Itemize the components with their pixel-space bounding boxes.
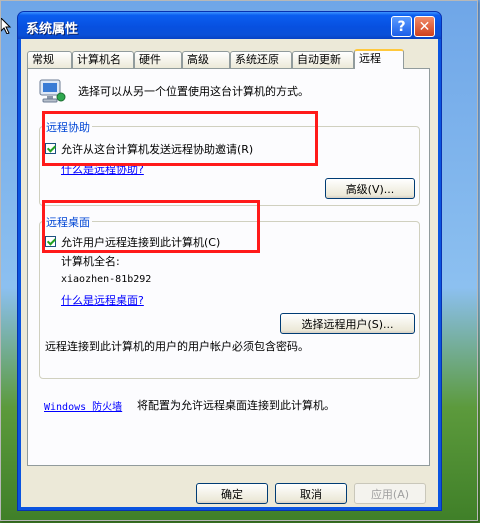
select-remote-users-button[interactable]: 选择远程用户(S)... [280, 313, 415, 334]
help-button[interactable]: ? [391, 16, 412, 37]
mouse-cursor-icon [1, 18, 12, 34]
cancel-button[interactable]: 取消 [275, 483, 347, 504]
computer-name-label: 计算机全名: [61, 255, 120, 268]
what-is-remote-desktop-link[interactable]: 什么是远程桌面? [61, 292, 144, 308]
advanced-button[interactable]: 高级(V)... [325, 178, 415, 199]
tab-system-restore[interactable]: 系统还原 [230, 51, 292, 68]
ok-button[interactable]: 确定 [196, 483, 268, 504]
tab-description: 选择可以从另一个位置使用这台计算机的方式。 [78, 85, 309, 98]
password-note: 远程连接到此计算机的用户的用户帐户必须包含密码。 [45, 340, 309, 353]
system-properties-window: 系统属性 ? ✕ 常规 计算机名 硬件 高级 系统还原 自动更新 远程 选择可以… [17, 11, 442, 511]
close-button[interactable]: ✕ [414, 16, 435, 37]
dialog-body: 常规 计算机名 硬件 高级 系统还原 自动更新 远程 选择可以从另一个位置使用这… [21, 39, 438, 507]
tab-hardware[interactable]: 硬件 [134, 51, 182, 68]
window-title: 系统属性 [26, 22, 79, 37]
windows-firewall-link[interactable]: Windows 防火墙 [44, 398, 122, 413]
apply-button[interactable]: 应用(A) [354, 483, 426, 504]
tab-general[interactable]: 常规 [27, 51, 72, 68]
tab-advanced[interactable]: 高级 [182, 51, 230, 68]
title-bar[interactable]: 系统属性 ? ✕ [18, 12, 441, 39]
tab-automatic-updates[interactable]: 自动更新 [292, 51, 354, 68]
remote-computer-icon [39, 79, 66, 103]
tab-remote[interactable]: 远程 [354, 49, 404, 69]
highlight-box-remote-assistance [42, 111, 318, 166]
tab-computer-name[interactable]: 计算机名 [72, 51, 134, 68]
firewall-note: 将配置为允许远程桌面连接到此计算机。 [137, 399, 335, 412]
highlight-box-remote-desktop [42, 200, 260, 253]
computer-name-value: xiaozhen-81b292 [61, 274, 152, 285]
